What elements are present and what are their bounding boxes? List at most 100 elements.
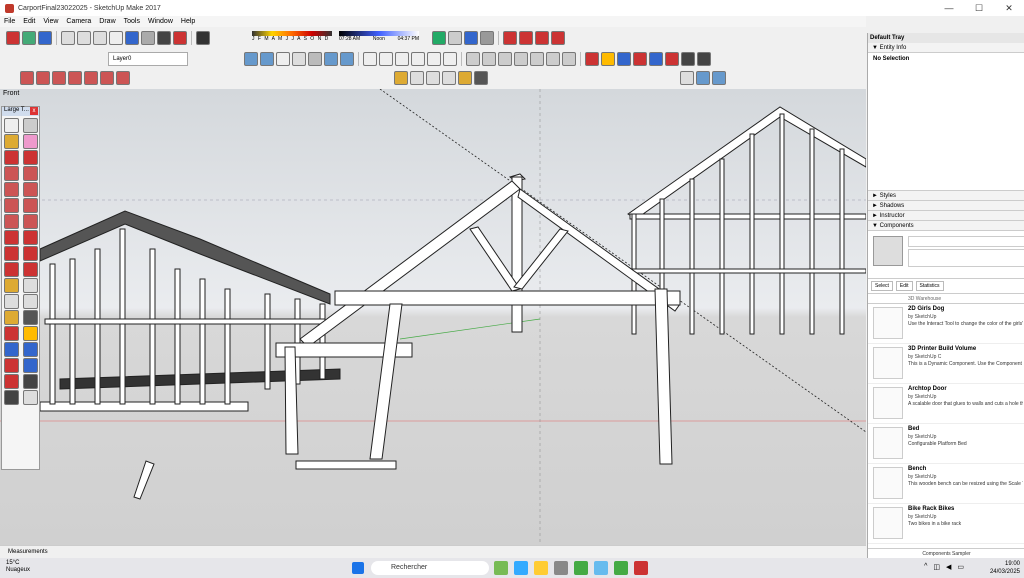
pan-tool-icon[interactable] (23, 326, 38, 341)
rotate-icon[interactable] (4, 246, 19, 261)
component-description-field[interactable] (908, 249, 1024, 267)
freehand-icon[interactable] (23, 150, 38, 165)
circle-icon[interactable] (4, 182, 19, 197)
instructor-section[interactable]: ► Instructor (868, 211, 1024, 221)
group-icon-7[interactable] (562, 52, 576, 66)
front-view-icon[interactable] (395, 52, 409, 66)
warehouse-search-input[interactable]: 3D Warehouse (868, 294, 1024, 304)
zoom-tool-icon[interactable] (4, 342, 19, 357)
three-point-arc-icon[interactable] (4, 214, 19, 229)
scale-icon[interactable] (4, 262, 19, 277)
follow-me-icon[interactable] (23, 246, 38, 261)
menu-view[interactable]: View (39, 16, 62, 27)
list-item[interactable]: 2D Girls Dog by SketchUp Use the Interact … (868, 304, 1024, 344)
position-camera-icon[interactable] (665, 52, 679, 66)
cut-icon[interactable] (61, 31, 75, 45)
3d-text-tool-icon[interactable] (23, 310, 38, 325)
position-camera-tool-icon[interactable] (4, 374, 19, 389)
menu-help[interactable]: Help (177, 16, 199, 27)
group-icon-5[interactable] (530, 52, 544, 66)
taskbar-search[interactable]: Rechercher (371, 561, 489, 575)
menu-tools[interactable]: Tools (120, 16, 144, 27)
sandbox-contours-icon[interactable] (20, 71, 34, 85)
dimension-icon[interactable] (410, 71, 424, 85)
hidden-line-icon[interactable] (292, 52, 306, 66)
shadows-toggle-icon[interactable] (196, 31, 210, 45)
look-around-tool-icon[interactable] (23, 374, 38, 389)
group-icon-4[interactable] (514, 52, 528, 66)
chrome-icon-2[interactable] (614, 561, 628, 575)
zoom-extents-tool-icon[interactable] (4, 358, 19, 373)
zoom-window-tool-icon[interactable] (23, 342, 38, 357)
volume-icon[interactable]: ◀ (946, 563, 951, 571)
tape-measure-tool-icon[interactable] (4, 278, 19, 293)
back-edges-icon[interactable] (260, 52, 274, 66)
orbit-icon[interactable] (585, 52, 599, 66)
save-icon[interactable] (38, 31, 52, 45)
chrome-icon[interactable] (574, 561, 588, 575)
axes-icon[interactable] (458, 71, 472, 85)
3d-viewport[interactable]: Front (0, 89, 866, 545)
list-item[interactable]: Bench by SketchUp This wooden bench can be… (868, 464, 1024, 504)
download-icon[interactable] (464, 31, 478, 45)
components-section[interactable]: ▼ Components (868, 221, 1024, 231)
section-plane-tool-icon[interactable] (23, 390, 38, 405)
weather-widget[interactable]: 15°C Nuageux (6, 560, 30, 574)
rotated-rectangle-icon[interactable] (23, 166, 38, 181)
left-view-icon[interactable] (443, 52, 457, 66)
text-tool-icon[interactable] (23, 294, 38, 309)
two-point-arc-icon[interactable] (23, 198, 38, 213)
axes-tool-icon[interactable] (4, 310, 19, 325)
app-icon-1[interactable] (494, 561, 508, 575)
palette-close-button[interactable]: x (30, 107, 38, 115)
group-icon-1[interactable] (466, 52, 480, 66)
stamp-icon[interactable] (68, 71, 82, 85)
look-around-icon[interactable] (681, 52, 695, 66)
paste-icon[interactable] (93, 31, 107, 45)
print-icon[interactable] (157, 31, 171, 45)
list-item[interactable]: Bed by SketchUp Configurable Platform Bed (868, 424, 1024, 464)
system-clock[interactable]: 19:00 24/03/2025 (990, 560, 1020, 576)
ruby-icon-4[interactable] (551, 31, 565, 45)
redo-icon[interactable] (141, 31, 155, 45)
walk-icon[interactable] (697, 52, 711, 66)
pan-icon[interactable] (601, 52, 615, 66)
section-display-icon[interactable] (696, 71, 710, 85)
tab-select[interactable]: Select (871, 281, 893, 291)
push-pull-icon[interactable] (23, 230, 38, 245)
make-component-icon[interactable] (23, 118, 38, 133)
protractor-icon[interactable] (426, 71, 440, 85)
app-icon-3[interactable] (554, 561, 568, 575)
list-item[interactable]: Archtop Door by SketchUp A scalable door t… (868, 384, 1024, 424)
eraser-icon[interactable] (23, 134, 38, 149)
orbit-tool-icon[interactable] (4, 326, 19, 341)
move-icon[interactable] (4, 230, 19, 245)
list-item[interactable]: 3D Printer Build Volume by SketchUp C This… (868, 344, 1024, 384)
components-sampler-label[interactable]: Components Sampler (868, 548, 1024, 558)
share-model-icon[interactable] (448, 31, 462, 45)
warehouse-icon[interactable] (432, 31, 446, 45)
menu-edit[interactable]: Edit (19, 16, 39, 27)
flip-edge-icon[interactable] (116, 71, 130, 85)
sandbox-scratch-icon[interactable] (36, 71, 50, 85)
top-view-icon[interactable] (379, 52, 393, 66)
text-icon[interactable] (442, 71, 456, 85)
add-detail-icon[interactable] (100, 71, 114, 85)
polygon-icon[interactable] (23, 182, 38, 197)
offset-icon[interactable] (23, 262, 38, 277)
minimize-button[interactable]: — (934, 3, 964, 14)
close-button[interactable]: ✕ (994, 3, 1024, 14)
start-button[interactable] (352, 562, 364, 574)
section-plane-icon[interactable] (680, 71, 694, 85)
copy-icon[interactable] (77, 31, 91, 45)
app-icon-2[interactable] (514, 561, 528, 575)
erase-icon[interactable] (109, 31, 123, 45)
extension-icon[interactable] (480, 31, 494, 45)
component-name-field[interactable] (908, 236, 1024, 247)
walk-tool-icon[interactable] (4, 390, 19, 405)
right-view-icon[interactable] (411, 52, 425, 66)
monochrome-icon[interactable] (340, 52, 354, 66)
tab-edit[interactable]: Edit (895, 281, 913, 291)
menu-file[interactable]: File (0, 16, 19, 27)
ruby-icon-1[interactable] (503, 31, 517, 45)
